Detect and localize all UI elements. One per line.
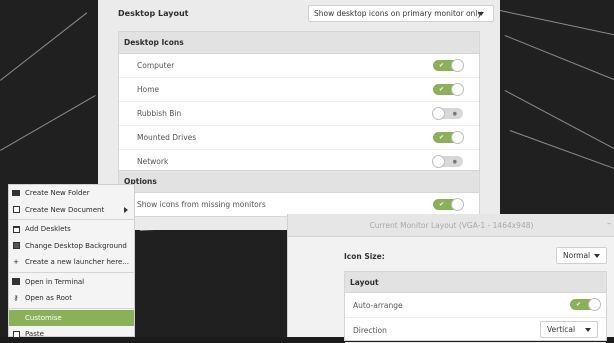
desktop-layout-row: Desktop Layout Show desktop icons on pri…: [118, 5, 494, 22]
network-toggle[interactable]: ●: [432, 155, 463, 168]
row-label: Show icons from missing monitors: [137, 200, 266, 209]
desktop-icons-header: Desktop Icons: [119, 32, 479, 54]
menu-item-add-desklets[interactable]: Add Desklets: [9, 221, 134, 238]
check-icon: ✔: [439, 201, 445, 208]
menu-item-label: Open as Root: [25, 294, 72, 303]
row-rubbish-bin: Rubbish Bin ●: [119, 102, 479, 126]
menu-separator: [9, 307, 134, 309]
toggle-knob: [432, 107, 445, 120]
menu-item-label: Change Desktop Background: [25, 241, 127, 250]
menu-item-label: Open in Terminal: [25, 277, 85, 286]
home-toggle[interactable]: ✔: [433, 83, 464, 96]
rubbish-bin-toggle[interactable]: ●: [432, 107, 463, 120]
chevron-down-icon: [585, 328, 591, 332]
row-label: Computer: [137, 61, 175, 70]
off-mark-icon: ●: [452, 159, 457, 165]
menu-item-label: Customise: [25, 313, 62, 322]
row-computer: Computer ✔: [119, 54, 479, 78]
layout-group: Layout Auto-arrange ✔ Direction Vertical: [344, 271, 607, 343]
monitor-window-titlebar[interactable]: Current Monitor Layout (VGA-1 - 1464x948…: [288, 214, 614, 237]
menu-item-paste[interactable]: Paste: [9, 326, 134, 343]
chevron-down-icon: [594, 254, 600, 258]
folder-icon: [12, 189, 20, 197]
chevron-down-icon: [478, 12, 484, 16]
menu-item-label: Create New Document: [25, 205, 105, 214]
menu-item-label: Create New Folder: [25, 189, 90, 198]
direction-label: Direction: [353, 325, 387, 335]
menu-item-open-as-root[interactable]: ⚷ Open as Root: [9, 290, 134, 307]
menu-item-create-document[interactable]: Create New Document: [9, 202, 134, 219]
row-direction: Direction Vertical: [345, 318, 606, 343]
desktop-settings-window: Desktop Layout Show desktop icons on pri…: [98, 0, 500, 230]
menu-item-label: Create a new launcher here...: [25, 258, 129, 267]
menu-item-create-folder[interactable]: Create New Folder: [9, 185, 134, 202]
toggle-knob: [451, 59, 464, 72]
off-mark-icon: ●: [452, 111, 457, 117]
options-header: Options: [119, 171, 479, 193]
menu-separator: [9, 219, 134, 220]
auto-arrange-toggle[interactable]: ✔: [570, 298, 601, 311]
row-show-missing-monitors: Show icons from missing monitors ✔: [119, 193, 479, 216]
toggle-knob: [432, 155, 445, 168]
desktop-layout-value: Show desktop icons on primary monitor on…: [314, 9, 482, 18]
row-mounted-drives: Mounted Drives ✔: [119, 126, 479, 150]
toggle-knob: [451, 131, 464, 144]
toggle-knob: [588, 298, 601, 311]
desktop-layout-dropdown[interactable]: Show desktop icons on primary monitor on…: [308, 5, 494, 22]
close-icon[interactable]: –: [607, 219, 611, 228]
window-title: Current Monitor Layout (VGA-1 - 1464x948…: [369, 220, 534, 230]
row-home: Home ✔: [119, 78, 479, 102]
menu-item-change-background[interactable]: Change Desktop Background: [9, 238, 134, 255]
check-icon: ✔: [439, 62, 445, 69]
check-icon: ✔: [439, 134, 445, 141]
plus-icon: +: [13, 258, 19, 267]
terminal-icon: [12, 278, 20, 286]
icon-size-value: Normal: [563, 251, 591, 260]
layout-header: Layout: [345, 272, 606, 293]
menu-item-open-terminal[interactable]: Open in Terminal: [9, 274, 134, 291]
menu-item-customise[interactable]: Customise: [9, 309, 134, 326]
mounted-drives-toggle[interactable]: ✔: [433, 131, 464, 144]
row-label: Network: [137, 157, 169, 166]
desktop-icons-group: Desktop Icons Computer ✔ Home ✔ Rubbish …: [118, 31, 480, 174]
image-icon: [12, 242, 20, 250]
toggle-knob: [451, 198, 464, 211]
chevron-right-icon: [124, 206, 128, 213]
paste-icon: [12, 330, 20, 338]
options-group: Options Show icons from missing monitors…: [118, 170, 480, 217]
desktop-layout-label: Desktop Layout: [118, 9, 189, 18]
monitor-layout-window: Current Monitor Layout (VGA-1 - 1464x948…: [287, 214, 614, 343]
menu-item-create-launcher[interactable]: + Create a new launcher here...: [9, 254, 134, 271]
document-icon: [12, 206, 20, 214]
toggle-knob: [451, 83, 464, 96]
row-label: Home: [137, 85, 160, 94]
desklet-icon: [12, 225, 20, 233]
menu-item-label: Paste: [25, 330, 44, 339]
key-icon: ⚷: [13, 294, 19, 303]
direction-value: Vertical: [547, 325, 576, 334]
missing-monitors-toggle[interactable]: ✔: [433, 198, 464, 211]
computer-toggle[interactable]: ✔: [433, 59, 464, 72]
check-icon: ✔: [576, 301, 582, 308]
check-icon: ✔: [439, 86, 445, 93]
menu-separator: [9, 271, 134, 273]
row-auto-arrange: Auto-arrange ✔: [345, 293, 606, 318]
row-label: Mounted Drives: [137, 133, 197, 142]
row-label: Rubbish Bin: [137, 109, 182, 118]
direction-dropdown[interactable]: Vertical: [540, 321, 598, 338]
menu-item-label: Add Desklets: [25, 225, 71, 234]
auto-arrange-label: Auto-arrange: [353, 300, 403, 310]
icon-size-dropdown[interactable]: Normal: [556, 247, 607, 264]
icon-size-label: Icon Size:: [344, 252, 385, 261]
desktop-context-menu: Create New Folder Create New Document Ad…: [8, 184, 135, 338]
